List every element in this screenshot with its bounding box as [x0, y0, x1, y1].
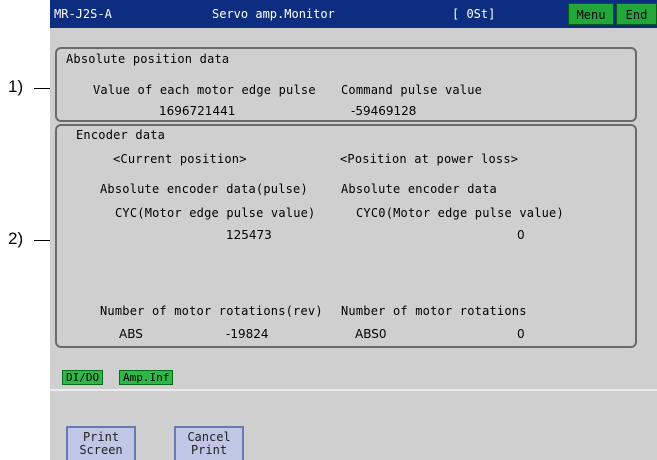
cyc0-label: CYC0(Motor edge pulse value) [356, 206, 564, 220]
cancel-print-line2: Print [190, 443, 228, 457]
cancel-print-button[interactable]: Cancel Print [174, 426, 244, 460]
station-label: [ 0St] [452, 7, 496, 21]
menu-button[interactable]: Menu [568, 3, 614, 25]
callout-2: 2) [8, 229, 24, 248]
motor-pulse-label: Value of each motor edge pulse [93, 83, 316, 97]
motor-pulse-value: 1696721441 [159, 104, 236, 118]
end-button[interactable]: End [616, 3, 657, 25]
device-screen: MR-J2S-A Servo amp.Monitor [ 0St] Menu E… [50, 0, 657, 460]
screen-title: Servo amp.Monitor [212, 7, 335, 21]
abs0-label: ABS0 [355, 327, 387, 341]
cyc0-value: 0 [517, 228, 525, 242]
print-screen-button[interactable]: Print Screen [66, 426, 136, 460]
title-bar: MR-J2S-A Servo amp.Monitor [ 0St] Menu E… [50, 0, 657, 28]
power-loss-header: <Position at power loss> [340, 152, 519, 166]
amp-inf-button[interactable]: Amp.Inf [119, 370, 174, 385]
command-pulse-label: Command pulse value [341, 83, 483, 97]
rotations-label: Number of motor rotations(rev) [100, 304, 323, 318]
abs-encoder-data-label: Absolute encoder data(pulse) [100, 182, 308, 196]
rotations-loss-label: Number of motor rotations [341, 304, 527, 318]
abs-encoder-data-loss-label: Absolute encoder data [341, 182, 497, 196]
print-screen-line2: Screen [79, 443, 123, 457]
cyc-label: CYC(Motor edge pulse value) [115, 206, 316, 220]
absolute-position-heading: Absolute position data [66, 52, 230, 66]
current-position-header: <Current position> [113, 152, 247, 166]
model-label: MR-J2S-A [54, 7, 112, 21]
di-do-button[interactable]: DI/DO [62, 370, 104, 385]
cyc-value: 125473 [226, 228, 272, 242]
callout-1: 1) [8, 77, 24, 96]
abs-value: -19824 [226, 327, 269, 341]
abs-label: ABS [119, 327, 143, 341]
abs0-value: 0 [517, 327, 525, 341]
encoder-heading: Encoder data [76, 128, 166, 142]
function-key-area [50, 391, 657, 460]
command-pulse-value: -59469128 [351, 104, 417, 118]
